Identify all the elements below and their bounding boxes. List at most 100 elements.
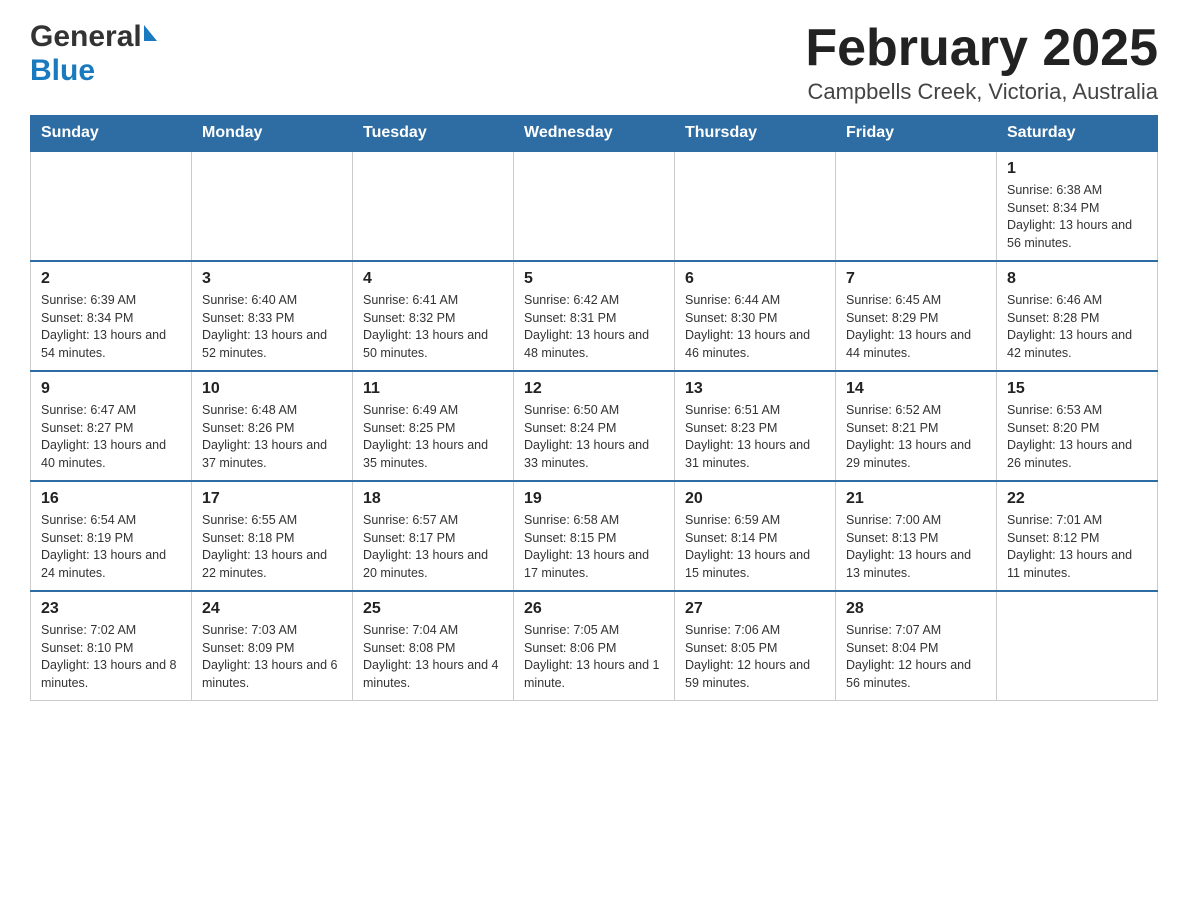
calendar-cell: 27Sunrise: 7:06 AM Sunset: 8:05 PM Dayli…: [675, 591, 836, 701]
day-info: Sunrise: 6:38 AM Sunset: 8:34 PM Dayligh…: [1007, 182, 1147, 252]
header: General Blue February 2025 Campbells Cre…: [30, 20, 1158, 105]
day-info: Sunrise: 7:02 AM Sunset: 8:10 PM Dayligh…: [41, 622, 181, 692]
calendar-header-row: SundayMondayTuesdayWednesdayThursdayFrid…: [31, 116, 1158, 152]
calendar-cell: 22Sunrise: 7:01 AM Sunset: 8:12 PM Dayli…: [997, 481, 1158, 591]
calendar-cell: [836, 151, 997, 261]
calendar-cell: 17Sunrise: 6:55 AM Sunset: 8:18 PM Dayli…: [192, 481, 353, 591]
day-info: Sunrise: 6:47 AM Sunset: 8:27 PM Dayligh…: [41, 402, 181, 472]
day-header-wednesday: Wednesday: [514, 116, 675, 152]
day-info: Sunrise: 7:00 AM Sunset: 8:13 PM Dayligh…: [846, 512, 986, 582]
day-info: Sunrise: 6:52 AM Sunset: 8:21 PM Dayligh…: [846, 402, 986, 472]
day-header-thursday: Thursday: [675, 116, 836, 152]
day-number: 27: [685, 600, 825, 618]
calendar-cell: [31, 151, 192, 261]
day-number: 1: [1007, 160, 1147, 178]
day-info: Sunrise: 6:45 AM Sunset: 8:29 PM Dayligh…: [846, 292, 986, 362]
calendar-cell: 14 Sunrise: 6:52 AM Sunset: 8:21 PM Dayli…: [836, 371, 997, 481]
day-number: 11: [363, 380, 503, 398]
day-info: Sunrise: 6:58 AM Sunset: 8:15 PM Dayligh…: [524, 512, 664, 582]
logo-general-text: General: [30, 20, 142, 54]
day-header-friday: Friday: [836, 116, 997, 152]
day-info: Sunrise: 6:50 AM Sunset: 8:24 PM Dayligh…: [524, 402, 664, 472]
day-number: 21: [846, 490, 986, 508]
calendar-cell: 10Sunrise: 6:48 AM Sunset: 8:26 PM Dayli…: [192, 371, 353, 481]
day-number: 14: [846, 380, 986, 398]
calendar-cell: 2 Sunrise: 6:39 AM Sunset: 8:34 PM Daylig…: [31, 261, 192, 371]
calendar-cell: 7 Sunrise: 6:45 AM Sunset: 8:29 PM Daylig…: [836, 261, 997, 371]
calendar-cell: 5 Sunrise: 6:42 AM Sunset: 8:31 PM Daylig…: [514, 261, 675, 371]
day-number: 6: [685, 270, 825, 288]
calendar-cell: 26 Sunrise: 7:05 AM Sunset: 8:06 PM Dayli…: [514, 591, 675, 701]
calendar-week-row: 2 Sunrise: 6:39 AM Sunset: 8:34 PM Daylig…: [31, 261, 1158, 371]
day-info: Sunrise: 6:42 AM Sunset: 8:31 PM Dayligh…: [524, 292, 664, 362]
day-number: 5: [524, 270, 664, 288]
calendar-cell: 1 Sunrise: 6:38 AM Sunset: 8:34 PM Daylig…: [997, 151, 1158, 261]
calendar-week-row: 16 Sunrise: 6:54 AM Sunset: 8:19 PM Dayli…: [31, 481, 1158, 591]
day-number: 4: [363, 270, 503, 288]
logo-line1: General: [30, 20, 157, 54]
day-info: Sunrise: 7:05 AM Sunset: 8:06 PM Dayligh…: [524, 622, 664, 692]
calendar-cell: 25Sunrise: 7:04 AM Sunset: 8:08 PM Dayli…: [353, 591, 514, 701]
calendar-cell: 9Sunrise: 6:47 AM Sunset: 8:27 PM Daylig…: [31, 371, 192, 481]
day-number: 17: [202, 490, 342, 508]
day-number: 7: [846, 270, 986, 288]
calendar-cell: 4 Sunrise: 6:41 AM Sunset: 8:32 PM Daylig…: [353, 261, 514, 371]
logo-blue-text: Blue: [30, 54, 95, 88]
day-info: Sunrise: 7:04 AM Sunset: 8:08 PM Dayligh…: [363, 622, 503, 692]
day-info: Sunrise: 6:54 AM Sunset: 8:19 PM Dayligh…: [41, 512, 181, 582]
calendar-cell: [192, 151, 353, 261]
calendar-cell: 19 Sunrise: 6:58 AM Sunset: 8:15 PM Dayli…: [514, 481, 675, 591]
day-number: 15: [1007, 380, 1147, 398]
calendar-cell: 20 Sunrise: 6:59 AM Sunset: 8:14 PM Dayli…: [675, 481, 836, 591]
calendar-cell: 8Sunrise: 6:46 AM Sunset: 8:28 PM Daylig…: [997, 261, 1158, 371]
day-number: 19: [524, 490, 664, 508]
day-info: Sunrise: 6:53 AM Sunset: 8:20 PM Dayligh…: [1007, 402, 1147, 472]
day-info: Sunrise: 7:03 AM Sunset: 8:09 PM Dayligh…: [202, 622, 342, 692]
calendar-cell: 21 Sunrise: 7:00 AM Sunset: 8:13 PM Dayli…: [836, 481, 997, 591]
calendar-cell: [353, 151, 514, 261]
day-info: Sunrise: 6:41 AM Sunset: 8:32 PM Dayligh…: [363, 292, 503, 362]
day-number: 28: [846, 600, 986, 618]
day-info: Sunrise: 6:44 AM Sunset: 8:30 PM Dayligh…: [685, 292, 825, 362]
calendar-week-row: 1 Sunrise: 6:38 AM Sunset: 8:34 PM Daylig…: [31, 151, 1158, 261]
month-title: February 2025: [805, 20, 1158, 77]
day-number: 22: [1007, 490, 1147, 508]
day-number: 12: [524, 380, 664, 398]
calendar-cell: 28 Sunrise: 7:07 AM Sunset: 8:04 PM Dayli…: [836, 591, 997, 701]
day-header-sunday: Sunday: [31, 116, 192, 152]
calendar-week-row: 9Sunrise: 6:47 AM Sunset: 8:27 PM Daylig…: [31, 371, 1158, 481]
calendar-cell: 16 Sunrise: 6:54 AM Sunset: 8:19 PM Dayli…: [31, 481, 192, 591]
day-number: 3: [202, 270, 342, 288]
day-header-monday: Monday: [192, 116, 353, 152]
calendar-cell: 18 Sunrise: 6:57 AM Sunset: 8:17 PM Dayli…: [353, 481, 514, 591]
day-info: Sunrise: 6:51 AM Sunset: 8:23 PM Dayligh…: [685, 402, 825, 472]
logo-arrow-icon: [144, 25, 157, 41]
day-info: Sunrise: 6:49 AM Sunset: 8:25 PM Dayligh…: [363, 402, 503, 472]
day-info: Sunrise: 6:40 AM Sunset: 8:33 PM Dayligh…: [202, 292, 342, 362]
day-info: Sunrise: 7:07 AM Sunset: 8:04 PM Dayligh…: [846, 622, 986, 692]
logo: General Blue: [30, 20, 157, 88]
calendar-cell: 13 Sunrise: 6:51 AM Sunset: 8:23 PM Dayli…: [675, 371, 836, 481]
calendar-week-row: 23Sunrise: 7:02 AM Sunset: 8:10 PM Dayli…: [31, 591, 1158, 701]
calendar-cell: 12 Sunrise: 6:50 AM Sunset: 8:24 PM Dayli…: [514, 371, 675, 481]
calendar-cell: 24 Sunrise: 7:03 AM Sunset: 8:09 PM Dayli…: [192, 591, 353, 701]
day-header-tuesday: Tuesday: [353, 116, 514, 152]
logo-line2: Blue: [30, 54, 157, 88]
calendar-cell: [675, 151, 836, 261]
day-info: Sunrise: 6:46 AM Sunset: 8:28 PM Dayligh…: [1007, 292, 1147, 362]
day-number: 16: [41, 490, 181, 508]
day-number: 18: [363, 490, 503, 508]
day-number: 2: [41, 270, 181, 288]
day-info: Sunrise: 6:39 AM Sunset: 8:34 PM Dayligh…: [41, 292, 181, 362]
calendar-cell: 6 Sunrise: 6:44 AM Sunset: 8:30 PM Daylig…: [675, 261, 836, 371]
calendar-cell: 23Sunrise: 7:02 AM Sunset: 8:10 PM Dayli…: [31, 591, 192, 701]
calendar-cell: [514, 151, 675, 261]
day-info: Sunrise: 6:57 AM Sunset: 8:17 PM Dayligh…: [363, 512, 503, 582]
day-number: 13: [685, 380, 825, 398]
day-number: 26: [524, 600, 664, 618]
day-number: 20: [685, 490, 825, 508]
day-number: 10: [202, 380, 342, 398]
day-info: Sunrise: 6:59 AM Sunset: 8:14 PM Dayligh…: [685, 512, 825, 582]
title-area: February 2025 Campbells Creek, Victoria,…: [805, 20, 1158, 105]
day-number: 24: [202, 600, 342, 618]
